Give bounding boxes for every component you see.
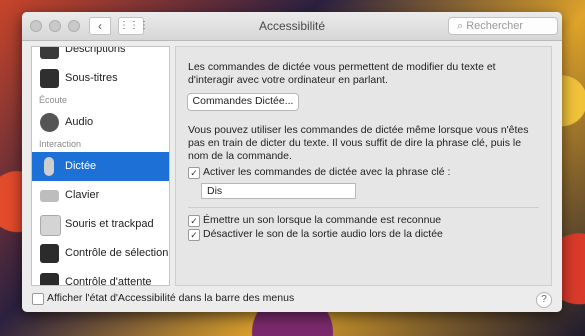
speaker-icon (40, 113, 59, 132)
sidebar-item-mouse[interactable]: Souris et trackpad (32, 210, 169, 239)
dictation-commands-button[interactable]: Commandes Dictée... (187, 93, 299, 111)
section-header-interaction: Interaction (39, 139, 82, 149)
sound-checkbox[interactable]: ✓ (188, 215, 200, 227)
microphone-icon (44, 157, 54, 176)
search-placeholder: Rechercher (466, 20, 524, 32)
title-bar: ‹ ⋮⋮⋮ Accessibilité ⌕ Rechercher (22, 12, 562, 41)
intro-text: Les commandes de dictée vous permettent … (188, 61, 496, 86)
mute-checkbox-label: Désactiver le son de la sortie audio lor… (203, 228, 443, 240)
menu-bar-checkbox-label: Afficher l'état d'Accessibilité dans la … (47, 292, 295, 304)
mouse-icon (40, 215, 61, 236)
sidebar-item-audio[interactable]: Audio (32, 108, 169, 137)
mute-checkbox[interactable]: ✓ (188, 229, 200, 241)
subtitles-icon (40, 69, 59, 88)
search-field[interactable]: ⌕ Rechercher (448, 17, 558, 35)
phrase-checkbox[interactable]: ✓ (188, 167, 200, 179)
switch-control-icon (40, 244, 59, 263)
sidebar-item-dictation[interactable]: Dictée (32, 152, 169, 181)
search-icon: ⌕ (457, 20, 467, 32)
key-phrase-field[interactable]: Dis (201, 183, 356, 199)
sidebar-item-dwell-control[interactable]: Contrôle d'attente (32, 268, 169, 285)
phrase-checkbox-label: Activer les commandes de dictée avec la … (203, 166, 451, 178)
dictation-panel: Les commandes de dictée vous permettent … (175, 46, 552, 286)
dwell-control-icon (40, 273, 59, 285)
menu-bar-checkbox[interactable] (32, 293, 44, 305)
keyboard-icon (40, 190, 59, 202)
divider (188, 207, 539, 208)
sidebar[interactable]: Descriptions Sous-titres Écoute Audio In… (31, 46, 170, 286)
section-header-listening: Écoute (39, 95, 68, 105)
sidebar-item-subtitles[interactable]: Sous-titres (32, 64, 169, 93)
sound-checkbox-label: Émettre un son lorsque la commande est r… (203, 214, 442, 226)
sidebar-item-switch-control[interactable]: Contrôle de sélection (32, 239, 169, 268)
phrase-info-text: Vous pouvez utiliser les commandes de di… (188, 124, 529, 162)
preferences-window: ‹ ⋮⋮⋮ Accessibilité ⌕ Rechercher Descrip… (22, 12, 562, 312)
sidebar-item-keyboard[interactable]: Clavier (32, 181, 169, 210)
help-button[interactable]: ? (536, 292, 552, 308)
sidebar-item-descriptions[interactable]: Descriptions (32, 47, 169, 64)
descriptions-icon (40, 47, 59, 59)
